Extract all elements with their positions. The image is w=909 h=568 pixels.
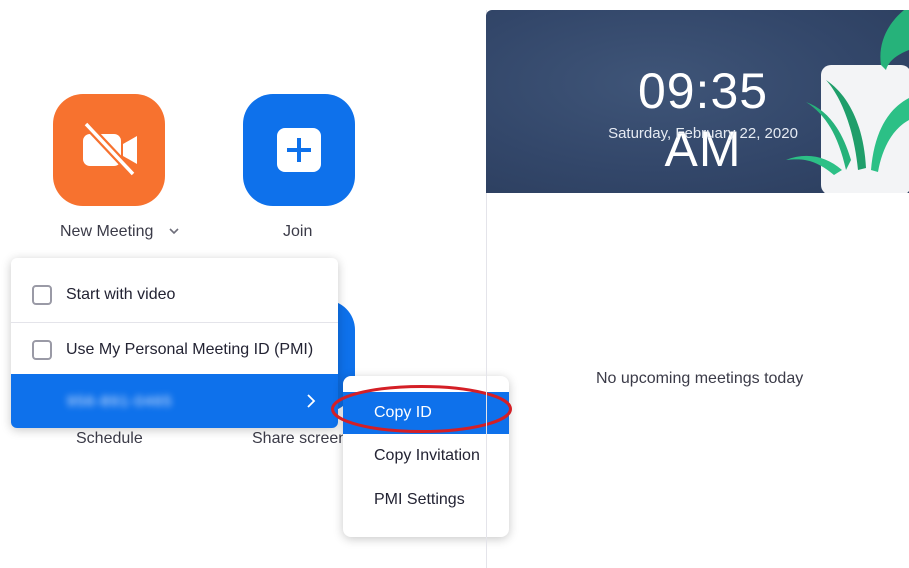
pmi-number-option[interactable]: 956-891-0465 bbox=[11, 374, 338, 428]
no-upcoming-meetings-text: No upcoming meetings today bbox=[596, 370, 804, 387]
clock-time: 09:35 AM bbox=[637, 63, 769, 177]
join-button[interactable] bbox=[243, 94, 355, 206]
join-label: Join bbox=[283, 223, 313, 240]
start-with-video-label: Start with video bbox=[66, 286, 176, 303]
schedule-label: Schedule bbox=[76, 430, 143, 447]
pmi-settings-menu-item[interactable]: PMI Settings bbox=[343, 479, 509, 521]
new-meeting-label: New Meeting bbox=[60, 223, 154, 240]
copy-invitation-menu-item[interactable]: Copy Invitation bbox=[343, 435, 509, 477]
video-off-icon bbox=[83, 121, 137, 177]
chevron-down-icon[interactable] bbox=[167, 224, 181, 238]
start-with-video-checkbox[interactable] bbox=[32, 285, 52, 305]
pmi-number-blurred: 956-891-0465 bbox=[67, 392, 173, 410]
plus-icon bbox=[277, 128, 321, 172]
start-with-video-option[interactable]: Start with video bbox=[11, 268, 338, 322]
use-pmi-label: Use My Personal Meeting ID (PMI) bbox=[66, 340, 314, 358]
chevron-right-icon bbox=[307, 394, 316, 408]
use-pmi-option[interactable]: Use My Personal Meeting ID (PMI) bbox=[11, 322, 338, 376]
new-meeting-dropdown: Start with video Use My Personal Meeting… bbox=[11, 258, 338, 428]
use-pmi-checkbox[interactable] bbox=[32, 339, 52, 360]
new-meeting-button[interactable] bbox=[53, 94, 165, 206]
clock-date: Saturday, February 22, 2020 bbox=[608, 125, 798, 142]
